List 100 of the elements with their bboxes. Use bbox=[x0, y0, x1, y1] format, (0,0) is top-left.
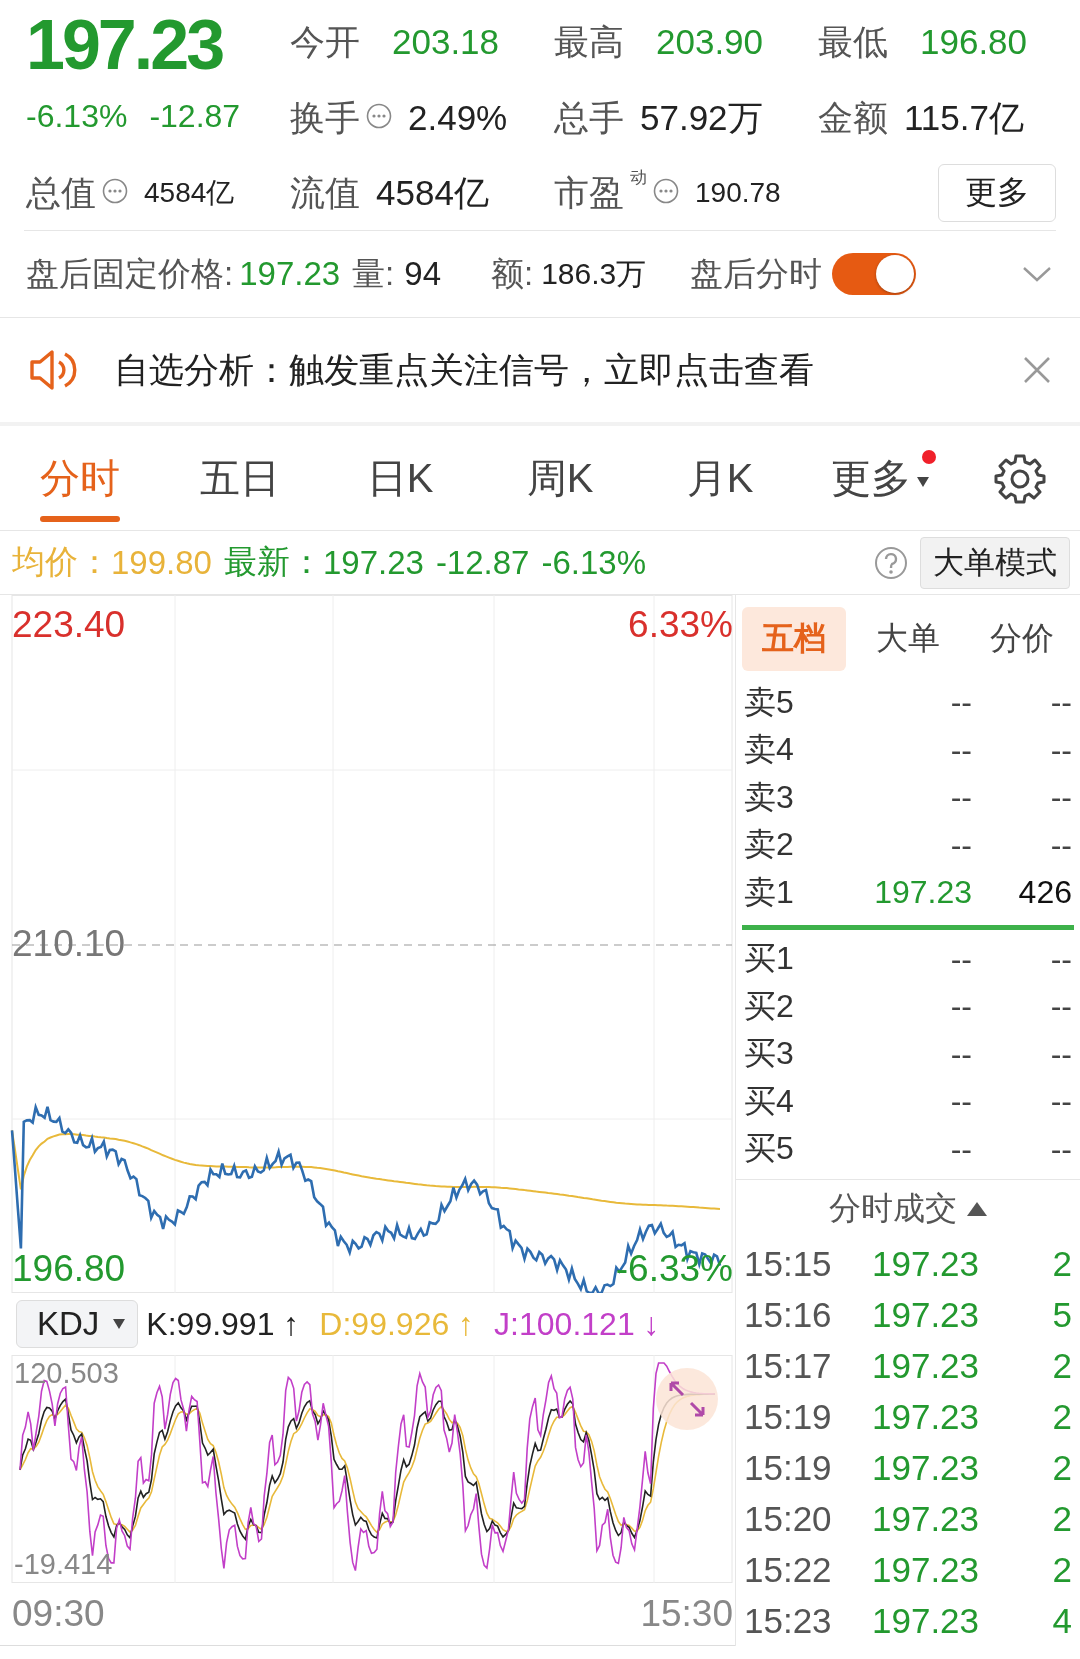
axis-label: 223.40 bbox=[12, 605, 126, 645]
axis-label: -19.414 bbox=[14, 1548, 113, 1581]
order-price: -- bbox=[949, 684, 972, 722]
order-volume: -- bbox=[1049, 1083, 1072, 1121]
trade-time: 15:19 bbox=[744, 1396, 833, 1437]
stat-label: 市盈 bbox=[554, 171, 624, 214]
stat-label: 总值 bbox=[26, 171, 96, 214]
indicator-dropdown[interactable]: KDJ bbox=[16, 1300, 139, 1348]
toggle-switch[interactable] bbox=[832, 253, 917, 295]
stat-label: 换手 bbox=[290, 96, 360, 139]
order-level-label: 卖5 bbox=[744, 682, 795, 722]
order-level-label: 卖1 bbox=[744, 872, 795, 912]
trade-price: 197.23 bbox=[872, 1396, 981, 1437]
axis-label: 196.80 bbox=[12, 1249, 126, 1289]
superscript-label: 动 bbox=[630, 166, 647, 189]
trade-price: 197.23 bbox=[872, 1243, 981, 1284]
trade-volume: 2 bbox=[1051, 1447, 1072, 1488]
order-volume: -- bbox=[1049, 826, 1072, 864]
stat-value: 57.92万 bbox=[640, 96, 763, 139]
order-level-label: 买2 bbox=[744, 986, 795, 1026]
change-amount: -12.87 bbox=[435, 543, 530, 582]
order-volume: 426 bbox=[1017, 874, 1072, 912]
banner-text[interactable]: 自选分析：触发重点关注信号，立即点击查看 bbox=[114, 346, 814, 394]
stat-value: 4584亿 bbox=[376, 171, 489, 214]
stat-value: 115.7亿 bbox=[904, 96, 1024, 139]
help-icon[interactable] bbox=[874, 545, 908, 580]
close-icon[interactable] bbox=[1022, 355, 1052, 385]
order-volume: -- bbox=[1049, 731, 1072, 769]
trade-time: 15:22 bbox=[744, 1549, 833, 1590]
axis-label: 120.503 bbox=[14, 1357, 119, 1390]
amount-label: 额: bbox=[491, 253, 534, 294]
trade-price: 197.23 bbox=[872, 1294, 981, 1335]
order-volume: -- bbox=[1049, 988, 1072, 1026]
trade-volume: 2 bbox=[1051, 1498, 1072, 1539]
indicator-value: J:100.121 ↓ bbox=[494, 1305, 660, 1343]
stat-value: 190.78 bbox=[695, 177, 781, 209]
expand-icon[interactable] bbox=[655, 1367, 719, 1431]
stat-label: 最低 bbox=[818, 20, 888, 63]
order-volume: -- bbox=[1049, 1130, 1072, 1168]
change-amount: -12.87 bbox=[149, 97, 241, 136]
order-price: -- bbox=[949, 1083, 972, 1121]
sort-arrow-icon[interactable] bbox=[967, 1202, 987, 1216]
stat-value: 203.18 bbox=[392, 22, 500, 62]
order-volume: -- bbox=[1049, 779, 1072, 817]
change-percent: -6.13% bbox=[541, 543, 646, 582]
trade-time: 15:17 bbox=[744, 1345, 833, 1386]
stat-value: 2.49% bbox=[408, 98, 508, 138]
indicator-value: D:99.926 ↑ bbox=[319, 1305, 475, 1343]
time-label: 15:30 bbox=[640, 1593, 733, 1635]
trade-time: 15:15 bbox=[744, 1243, 833, 1284]
info-icon[interactable] bbox=[366, 102, 392, 129]
order-volume: -- bbox=[1049, 940, 1072, 978]
chart-tab[interactable]: 五日 bbox=[160, 426, 320, 530]
order-price: -- bbox=[949, 779, 972, 817]
order-volume: -- bbox=[1049, 684, 1072, 722]
stat-label: 金额 bbox=[818, 96, 888, 139]
last-price: 197.23 bbox=[26, 5, 224, 86]
order-price: 197.23 bbox=[873, 874, 972, 912]
chart-tab[interactable]: 日K bbox=[320, 426, 480, 530]
stat-value: 4584亿 bbox=[144, 176, 235, 210]
change-percent: -6.13% bbox=[26, 97, 128, 136]
axis-label: -6.33% bbox=[615, 1249, 733, 1289]
trade-price: 197.23 bbox=[872, 1549, 981, 1590]
trade-volume: 2 bbox=[1051, 1549, 1072, 1590]
info-icon[interactable] bbox=[102, 177, 128, 204]
volume-label: 量: bbox=[352, 253, 395, 294]
stat-label: 流值 bbox=[290, 171, 360, 214]
volume-value: 94 bbox=[404, 255, 441, 293]
axis-label: 6.33% bbox=[628, 605, 733, 645]
order-price: -- bbox=[949, 826, 972, 864]
after-hours-label: 盘后固定价格: bbox=[26, 253, 234, 294]
after-hours-price: 197.23 bbox=[239, 255, 341, 293]
trade-volume: 5 bbox=[1051, 1294, 1072, 1335]
order-book-tab[interactable]: 大单 bbox=[856, 607, 960, 671]
trade-volume: 4 bbox=[1051, 1600, 1072, 1641]
order-level-label: 买5 bbox=[744, 1129, 795, 1169]
dropdown-arrow-icon bbox=[113, 1319, 126, 1329]
more-button[interactable]: 更多 bbox=[938, 164, 1056, 222]
chart-tab[interactable]: 更多 bbox=[800, 426, 960, 530]
order-price: -- bbox=[949, 1035, 972, 1073]
trade-time: 15:20 bbox=[744, 1498, 833, 1539]
settings-icon[interactable] bbox=[994, 452, 1046, 504]
chart-tab[interactable]: 周K bbox=[480, 426, 640, 530]
info-icon[interactable] bbox=[653, 177, 679, 204]
chart-tab[interactable]: 月K bbox=[640, 426, 800, 530]
trades-title[interactable]: 分时成交 bbox=[829, 1187, 957, 1231]
order-level-label: 买1 bbox=[744, 939, 795, 979]
time-label: 09:30 bbox=[12, 1593, 105, 1635]
order-book-tab[interactable]: 分价 bbox=[970, 607, 1074, 671]
average-price: 199.80 bbox=[111, 543, 212, 582]
indicator-value: K:99.991 ↑ bbox=[146, 1305, 300, 1343]
amount-value: 186.3万 bbox=[541, 255, 647, 292]
order-level-label: 卖2 bbox=[744, 825, 795, 865]
chevron-down-icon[interactable] bbox=[1022, 264, 1052, 284]
axis-label: 210.10 bbox=[12, 924, 126, 964]
mode-button[interactable]: 大单模式 bbox=[920, 536, 1070, 589]
trade-volume: 2 bbox=[1051, 1243, 1072, 1284]
latest-price: 197.23 bbox=[322, 543, 424, 582]
order-price: -- bbox=[949, 731, 972, 769]
order-volume: -- bbox=[1049, 1035, 1072, 1073]
